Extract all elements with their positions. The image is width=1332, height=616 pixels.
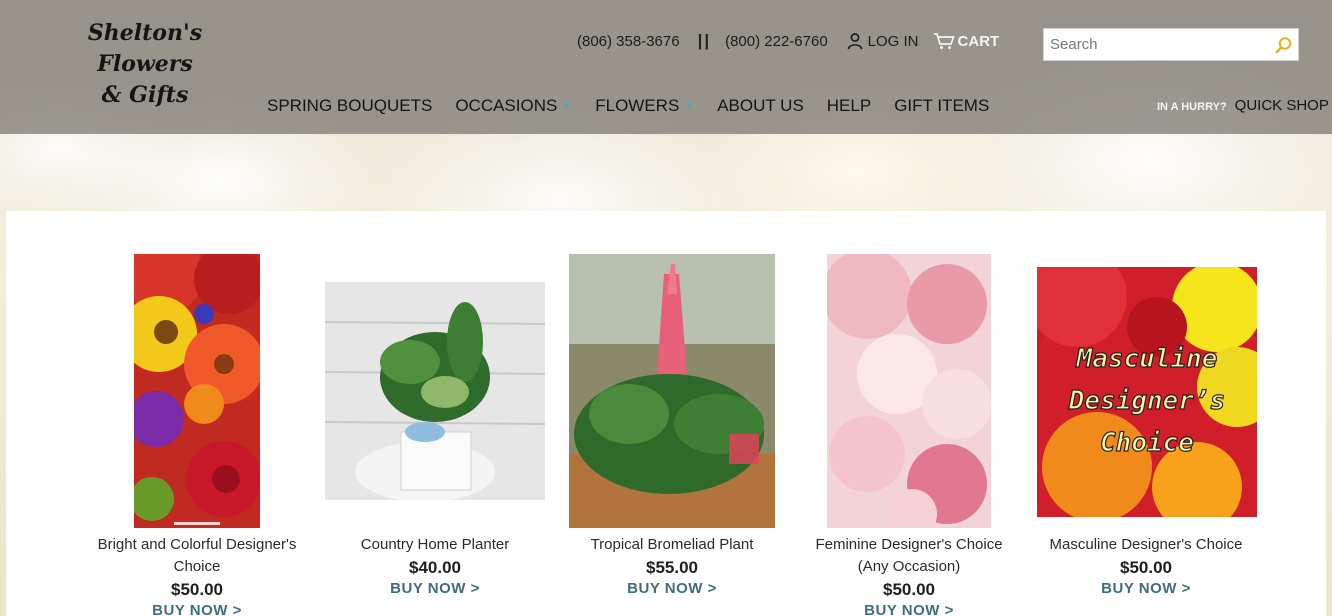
product-price: $40.00 bbox=[409, 558, 461, 577]
buy-now-button[interactable]: BUY NOW > bbox=[1033, 580, 1259, 597]
buy-now-button[interactable]: BUY NOW > bbox=[84, 602, 310, 616]
product-card[interactable]: Country Home Planter $40.00 BUY NOW > bbox=[324, 211, 546, 616]
product-image[interactable] bbox=[325, 282, 545, 500]
product-card[interactable]: Masculine Designer’s Choice Masculine De… bbox=[1033, 211, 1259, 616]
main-nav: SPRING BOUQUETS OCCASIONS ▼ FLOWERS ▼ ABOU… bbox=[267, 96, 1012, 116]
top-bar: (806) 358-3676 || (800) 222-6760 LOG IN … bbox=[577, 30, 999, 52]
product-price: $50.00 bbox=[1120, 558, 1172, 577]
svg-text:Choice: Choice bbox=[1100, 428, 1194, 458]
product-price: $50.00 bbox=[171, 580, 223, 599]
nav-label: GIFT ITEMS bbox=[894, 96, 990, 115]
site-header: Shelton's Flowers & Gifts (806) 358-3676… bbox=[0, 0, 1332, 134]
nav-gift-items[interactable]: GIFT ITEMS bbox=[894, 96, 989, 116]
product-price: $55.00 bbox=[646, 558, 698, 577]
logo[interactable]: Shelton's Flowers & Gifts bbox=[50, 18, 240, 108]
in-a-hurry-label: IN A HURRY? bbox=[1157, 101, 1227, 113]
quick-shop[interactable]: IN A HURRY? QUICK SHOP bbox=[1157, 97, 1329, 114]
product-image[interactable] bbox=[569, 254, 775, 528]
chevron-down-icon: ▼ bbox=[561, 100, 573, 112]
logo-line-1: Shelton's Flowers bbox=[87, 20, 203, 77]
product-name[interactable]: Bright and Colorful Designer's Choice bbox=[84, 534, 310, 578]
product-panel: Bright and Colorful Designer's Choice $5… bbox=[6, 211, 1326, 616]
login-link[interactable]: LOG IN bbox=[846, 32, 919, 50]
nav-about-us[interactable]: ABOUT US bbox=[717, 96, 804, 116]
nav-occasions[interactable]: OCCASIONS ▼ bbox=[455, 96, 572, 116]
nav-flowers[interactable]: FLOWERS ▼ bbox=[595, 96, 694, 116]
product-card[interactable]: Bright and Colorful Designer's Choice $5… bbox=[84, 211, 310, 616]
chevron-down-icon: ▼ bbox=[683, 100, 695, 112]
product-price: $50.00 bbox=[883, 580, 935, 599]
product-name[interactable]: Masculine Designer's Choice bbox=[1033, 534, 1259, 556]
svg-text:Designer’s: Designer’s bbox=[1068, 386, 1226, 416]
product-card[interactable]: Tropical Bromeliad Plant $55.00 BUY NOW … bbox=[561, 211, 783, 616]
logo-line-2: & Gifts bbox=[101, 82, 189, 108]
cart-label: CART bbox=[957, 32, 1000, 50]
buy-now-button[interactable]: BUY NOW > bbox=[324, 580, 546, 597]
nav-label: FLOWERS bbox=[595, 96, 680, 115]
product-image[interactable] bbox=[134, 254, 260, 528]
nav-label: OCCASIONS bbox=[455, 96, 558, 115]
nav-label: SPRING BOUQUETS bbox=[267, 96, 433, 115]
product-name[interactable]: Tropical Bromeliad Plant bbox=[561, 534, 783, 556]
buy-now-button[interactable]: BUY NOW > bbox=[803, 602, 1015, 616]
product-name[interactable]: Feminine Designer's Choice (Any Occasion… bbox=[803, 534, 1015, 578]
user-icon bbox=[846, 32, 864, 50]
product-name[interactable]: Country Home Planter bbox=[324, 534, 546, 556]
phone-tollfree[interactable]: (800) 222-6760 bbox=[725, 33, 828, 50]
product-image[interactable] bbox=[827, 254, 991, 528]
search-box bbox=[1043, 28, 1299, 61]
nav-label: ABOUT US bbox=[717, 96, 804, 115]
svg-text:Masculine: Masculine bbox=[1076, 344, 1218, 374]
cart-icon bbox=[933, 32, 955, 50]
buy-now-button[interactable]: BUY NOW > bbox=[561, 580, 783, 597]
search-input[interactable] bbox=[1050, 36, 1270, 53]
cart-link[interactable]: CART bbox=[933, 32, 1000, 50]
nav-help[interactable]: HELP bbox=[827, 96, 871, 116]
product-card[interactable]: Feminine Designer's Choice (Any Occasion… bbox=[803, 211, 1015, 616]
nav-label: HELP bbox=[826, 96, 872, 115]
phone-separator: || bbox=[697, 31, 712, 50]
phone-local[interactable]: (806) 358-3676 bbox=[577, 33, 680, 50]
login-label: LOG IN bbox=[867, 32, 919, 50]
search-icon[interactable] bbox=[1270, 31, 1298, 59]
nav-spring-bouquets[interactable]: SPRING BOUQUETS bbox=[267, 96, 432, 116]
product-image[interactable]: Masculine Designer’s Choice bbox=[1037, 267, 1257, 517]
quick-shop-link[interactable]: QUICK SHOP bbox=[1235, 97, 1329, 114]
